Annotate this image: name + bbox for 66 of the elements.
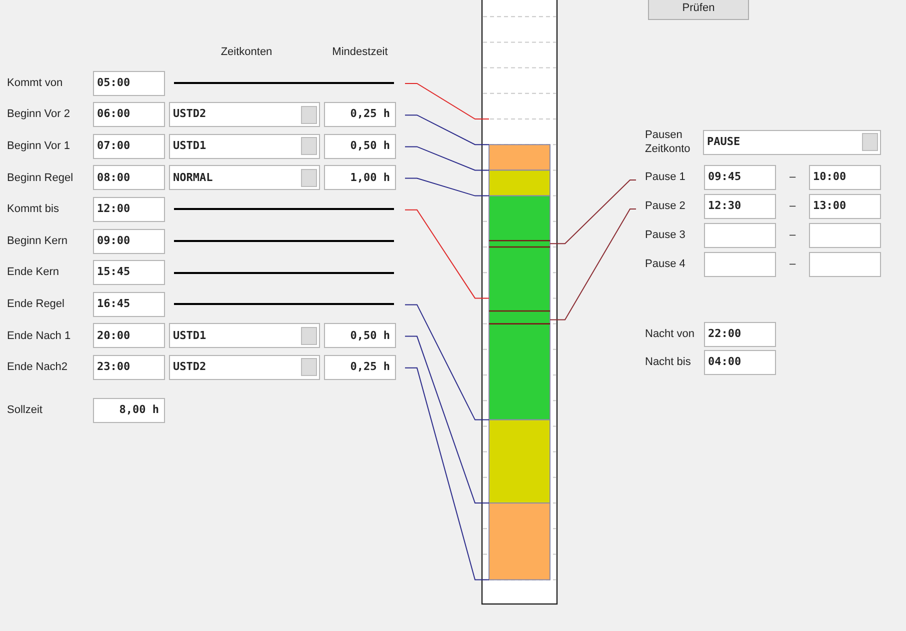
time-field[interactable]: 23:00 — [93, 354, 165, 380]
minimum-time-field[interactable]: 0,25 h — [324, 102, 396, 128]
account-dropdown[interactable]: USTD1 — [169, 323, 320, 348]
minimum-time-field[interactable]: 1,00 h — [324, 165, 396, 190]
account-dropdown[interactable]: USTD2 — [169, 102, 320, 128]
time-field[interactable]: 22:00 — [704, 322, 776, 346]
dropdown-button[interactable] — [301, 137, 317, 156]
field-label: Ende Kern — [7, 266, 59, 278]
time-field[interactable]: 16:45 — [93, 292, 165, 317]
column-header: Mindestzeit — [332, 46, 388, 58]
field-label: Nacht bis — [645, 356, 691, 368]
field-label: Pause 1 — [645, 170, 686, 183]
range-dash: – — [789, 170, 796, 185]
time-field[interactable] — [704, 252, 776, 276]
target-time-field[interactable]: 8,00 h — [93, 398, 165, 423]
pause-marker — [489, 240, 550, 248]
time-segment — [488, 144, 550, 171]
time-field[interactable]: 20:00 — [93, 323, 165, 348]
field-label: Ende Nach2 — [7, 361, 68, 374]
field-label: Pause 3 — [645, 228, 686, 241]
field-label: Kommt bis — [7, 203, 59, 216]
dropdown-button[interactable] — [301, 106, 317, 124]
dropdown-button[interactable] — [301, 358, 317, 376]
time-field[interactable] — [704, 222, 776, 248]
field-label: Sollzeit — [7, 404, 42, 416]
dropdown-button[interactable] — [301, 326, 317, 345]
time-field[interactable]: 08:00 — [93, 165, 165, 190]
check-button[interactable]: Prüfen — [648, 0, 749, 20]
range-dash: – — [789, 228, 796, 243]
time-field[interactable] — [809, 222, 881, 248]
time-field[interactable] — [809, 252, 881, 276]
dropdown-button[interactable] — [862, 133, 878, 151]
time-field[interactable]: 06:00 — [93, 102, 165, 128]
range-dash: – — [789, 198, 796, 214]
field-label: Beginn Vor 2 — [7, 108, 70, 120]
minimum-time-field[interactable]: 0,50 h — [324, 323, 396, 348]
pause-marker — [489, 310, 550, 324]
range-dash: – — [789, 256, 796, 272]
account-dropdown[interactable]: USTD1 — [169, 134, 320, 159]
field-label: Beginn Kern — [7, 234, 68, 247]
account-dropdown[interactable]: PAUSE — [703, 130, 881, 154]
time-field[interactable]: 12:30 — [704, 194, 776, 218]
time-field[interactable]: 07:00 — [93, 134, 165, 159]
dropdown-button[interactable] — [301, 168, 317, 187]
minimum-time-field[interactable]: 0,50 h — [324, 134, 396, 159]
field-label: Pause 4 — [645, 258, 686, 270]
field-label: Beginn Regel — [7, 172, 74, 184]
time-field[interactable]: 09:45 — [704, 164, 776, 190]
time-field[interactable]: 13:00 — [809, 194, 881, 218]
column-header: Zeitkonten — [220, 46, 272, 58]
minimum-time-field[interactable]: 0,25 h — [324, 354, 396, 380]
account-dropdown[interactable]: NORMAL — [169, 165, 320, 190]
field-label: Pause 2 — [645, 200, 686, 212]
time-field[interactable]: 10:00 — [809, 164, 881, 190]
time-field[interactable]: 15:45 — [93, 260, 165, 286]
time-field[interactable]: 09:00 — [93, 228, 165, 254]
field-label: Nacht von — [645, 328, 695, 340]
field-label: Kommt von — [7, 76, 63, 89]
field-label: Pausen Zeitkonto — [645, 128, 692, 156]
field-label: Ende Nach 1 — [7, 330, 71, 342]
time-field[interactable]: 04:00 — [704, 350, 776, 374]
time-field[interactable]: 05:00 — [93, 70, 165, 96]
time-field[interactable]: 12:00 — [93, 196, 165, 222]
field-label: Ende Regel — [7, 298, 64, 310]
field-label: Beginn Vor 1 — [7, 140, 70, 152]
account-dropdown[interactable]: USTD2 — [169, 354, 320, 380]
